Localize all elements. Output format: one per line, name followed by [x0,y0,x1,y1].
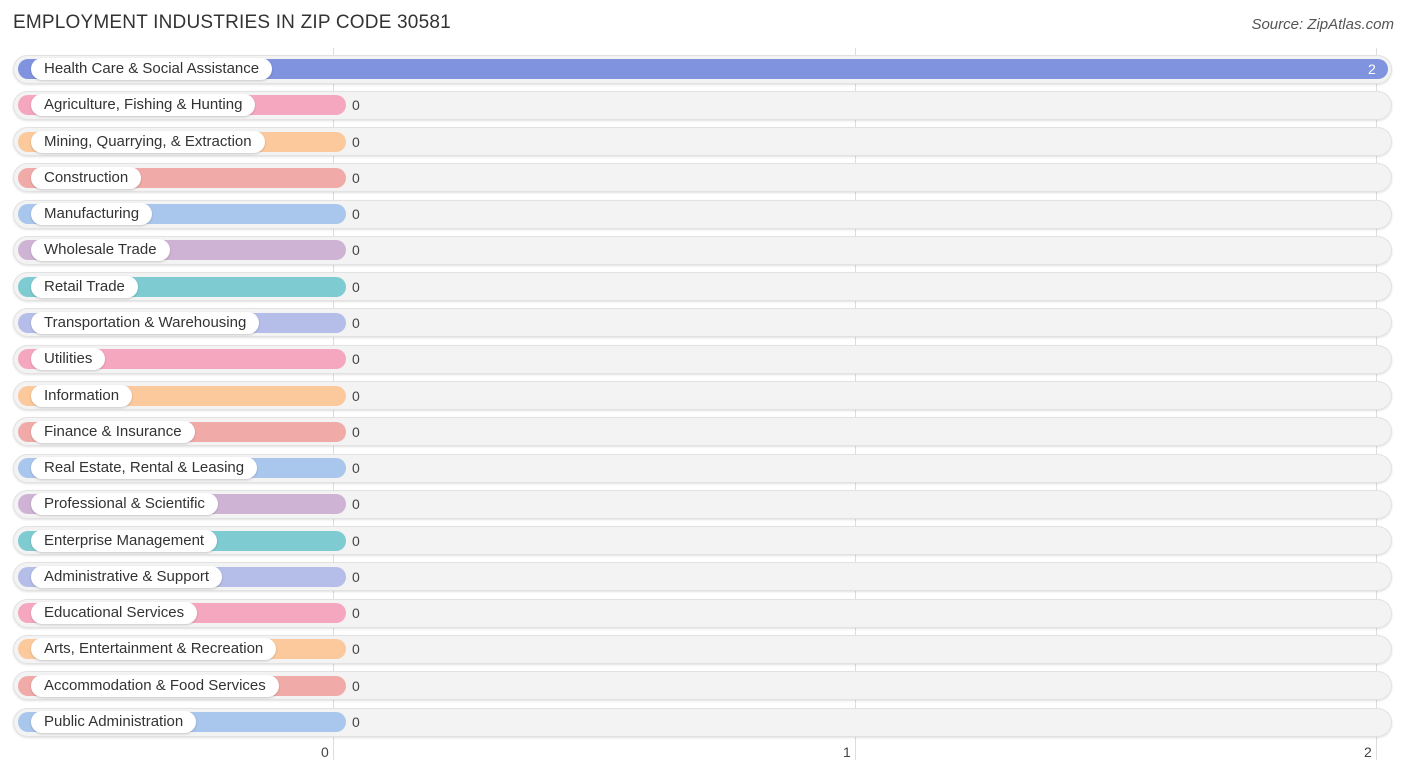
category-label: Arts, Entertainment & Recreation [31,638,277,660]
value-label: 0 [352,315,360,331]
x-tick-label: 1 [843,744,851,760]
value-label: 0 [352,206,360,222]
category-label: Mining, Quarrying, & Extraction [31,131,265,153]
value-label: 0 [352,170,360,186]
category-label: Transportation & Warehousing [31,312,260,334]
category-label: Finance & Insurance [31,421,195,443]
value-label: 2 [1368,61,1376,77]
category-label: Utilities [31,348,106,370]
value-label: 0 [352,569,360,585]
value-label: 0 [352,242,360,258]
category-label: Agriculture, Fishing & Hunting [31,94,256,116]
value-label: 0 [352,678,360,694]
category-label: Construction [31,167,142,189]
category-label: Accommodation & Food Services [31,675,279,697]
category-label: Wholesale Trade [31,239,170,261]
category-label: Manufacturing [31,203,153,225]
value-label: 0 [352,533,360,549]
value-label: 0 [352,351,360,367]
category-label: Enterprise Management [31,530,218,552]
category-label: Professional & Scientific [31,493,218,515]
value-label: 0 [352,496,360,512]
category-label: Health Care & Social Assistance [31,58,273,80]
value-label: 0 [352,97,360,113]
value-label: 0 [352,424,360,440]
x-tick-label: 0 [321,744,329,760]
value-label: 0 [352,460,360,476]
value-label: 0 [352,134,360,150]
category-label: Educational Services [31,602,198,624]
value-label: 0 [352,605,360,621]
value-label: 0 [352,641,360,657]
category-label: Real Estate, Rental & Leasing [31,457,258,479]
bar-chart: 0 1 2 Health Care & Social Assistance 2 Agric… [0,0,1406,777]
value-label: 0 [352,279,360,295]
value-label: 0 [352,714,360,730]
value-label: 0 [352,388,360,404]
category-label: Public Administration [31,711,197,733]
category-label: Retail Trade [31,276,138,298]
x-tick-label: 2 [1364,744,1372,760]
category-label: Information [31,385,133,407]
category-label: Administrative & Support [31,566,223,588]
